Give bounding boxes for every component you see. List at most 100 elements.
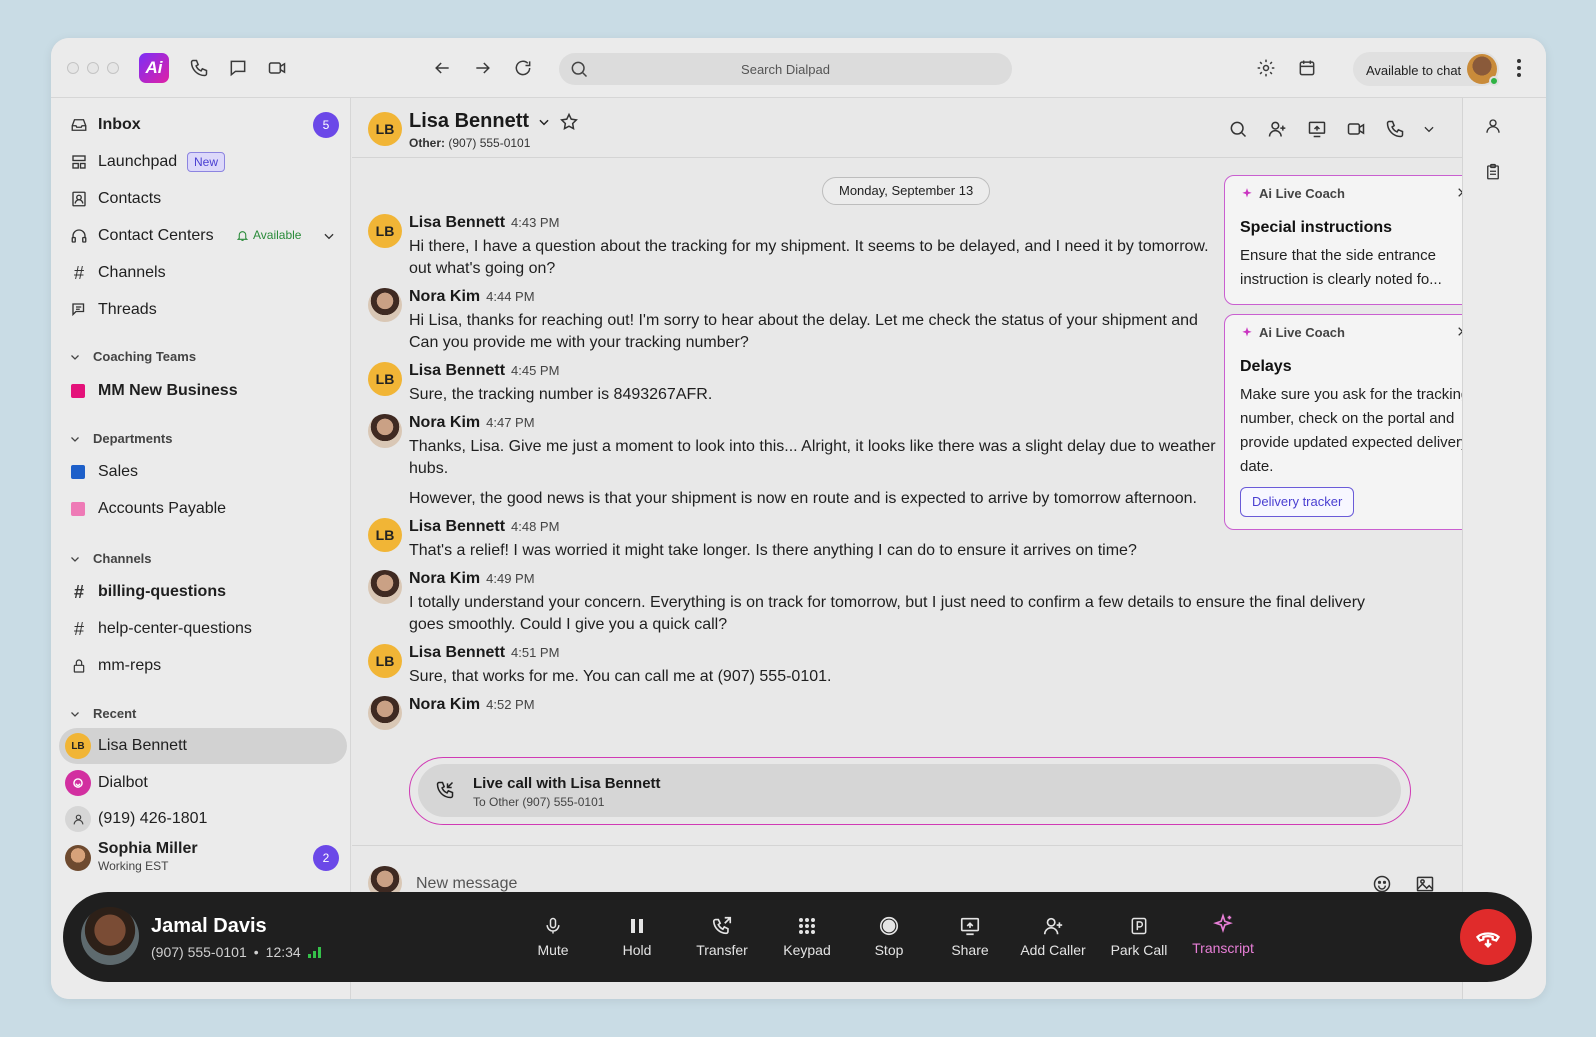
- date-separator: Monday, September 13: [822, 177, 991, 205]
- sidebar-item-mm-new-business[interactable]: MM New Business: [51, 373, 351, 409]
- coach-card-header: Ai Live Coach: [1240, 186, 1345, 201]
- message-sender: Nora Kim 4:49 PM: [409, 570, 535, 587]
- share-button[interactable]: Share: [930, 914, 1010, 958]
- message-body: That's a relief! I was worried it might …: [409, 542, 1137, 559]
- unread-count-badge: 2: [313, 845, 339, 871]
- sidebar-item-contacts[interactable]: Contacts: [51, 181, 351, 217]
- sidebar-item-billing-questions[interactable]: # billing-questions: [51, 574, 351, 610]
- call-duration: 12:34: [265, 944, 301, 960]
- back-arrow-icon[interactable]: [430, 56, 454, 80]
- clipboard-icon[interactable]: [1481, 160, 1505, 184]
- coach-card-title: Special instructions: [1240, 219, 1393, 236]
- ai-coach-card-special-instructions: Ai Live Coach Special instructions Ensur…: [1224, 175, 1482, 305]
- team-label: MM New Business: [98, 382, 238, 399]
- mute-button[interactable]: Mute: [513, 914, 593, 958]
- avatar: [368, 570, 402, 604]
- window-maximize-dot[interactable]: [107, 62, 119, 74]
- phone-icon[interactable]: [1383, 117, 1407, 141]
- window-minimize-dot[interactable]: [87, 62, 99, 74]
- recent-label: (919) 426-1801: [98, 810, 208, 827]
- sidebar-item-phone-number[interactable]: (919) 426-1801: [51, 801, 351, 837]
- message-sender: Lisa Bennett 4:51 PM: [409, 644, 560, 661]
- search-icon[interactable]: [1226, 117, 1250, 141]
- phone-icon[interactable]: [187, 56, 211, 80]
- transfer-button[interactable]: Transfer: [682, 914, 762, 958]
- recent-sub-label: Working EST: [98, 859, 169, 873]
- sidebar-item-sales[interactable]: Sales: [51, 454, 351, 490]
- chevron-down-icon[interactable]: [319, 226, 339, 246]
- channels-header[interactable]: Channels: [69, 551, 152, 566]
- department-label: Sales: [98, 463, 139, 480]
- sidebar-item-threads[interactable]: Threads: [51, 292, 351, 328]
- message-body: Sure, that works for me. You can call me…: [409, 668, 832, 685]
- availability-status-button[interactable]: Available to chat: [1353, 52, 1499, 86]
- window-close-dot[interactable]: [67, 62, 79, 74]
- stop-button[interactable]: Stop: [849, 914, 929, 958]
- settings-gear-icon[interactable]: [1254, 56, 1278, 80]
- more-vertical-icon[interactable]: [1507, 56, 1531, 80]
- person-icon[interactable]: [1481, 114, 1505, 138]
- video-icon[interactable]: [265, 56, 289, 80]
- hash-icon: #: [73, 618, 84, 639]
- sidebar-item-dialbot[interactable]: Dialbot: [51, 765, 351, 801]
- contact-centers-label: Contact Centers: [98, 227, 214, 244]
- keypad-button[interactable]: Keypad: [767, 914, 847, 958]
- sidebar-item-channels[interactable]: # Channels: [51, 255, 351, 291]
- inbox-icon: [69, 115, 89, 135]
- sidebar-item-lisa-bennett[interactable]: LB Lisa Bennett: [51, 728, 351, 764]
- avatar: LB: [65, 733, 91, 759]
- avatar: LB: [368, 214, 402, 248]
- message-sender: Lisa Bennett 4:43 PM: [409, 214, 560, 231]
- contact-center-status[interactable]: Available: [236, 228, 301, 242]
- right-rail: [1462, 98, 1546, 999]
- avatar: [368, 696, 402, 730]
- sidebar-item-contact-centers[interactable]: Contact Centers Available: [51, 218, 351, 254]
- new-message-input[interactable]: New message: [416, 875, 517, 893]
- chevron-down-icon: [539, 119, 549, 125]
- caller-name: Jamal Davis: [151, 915, 267, 937]
- recent-header[interactable]: Recent: [69, 706, 136, 721]
- message-time: 4:49 PM: [486, 571, 535, 586]
- app-logo[interactable]: Ai: [139, 53, 169, 83]
- park-call-button[interactable]: Park Call: [1099, 914, 1179, 958]
- sidebar-item-inbox[interactable]: Inbox 5: [51, 107, 351, 143]
- channel-label: billing-questions: [98, 583, 226, 600]
- hang-up-button[interactable]: [1460, 909, 1516, 965]
- delivery-tracker-button[interactable]: Delivery tracker: [1240, 487, 1355, 517]
- chevron-down-icon: [71, 354, 79, 360]
- add-person-icon[interactable]: [1265, 117, 1289, 141]
- contact-name-dropdown[interactable]: Lisa Bennett: [409, 110, 579, 133]
- transcript-button[interactable]: Transcript: [1183, 912, 1263, 956]
- add-caller-button[interactable]: Add Caller: [1013, 914, 1093, 958]
- message-body: I totally understand your concern. Every…: [409, 594, 1366, 633]
- app-window: Ai Search Dialpad Available to chat Inbo…: [51, 38, 1546, 999]
- refresh-icon[interactable]: [511, 56, 535, 80]
- sidebar-item-sophia-miller[interactable]: Sophia Miller Working EST 2: [51, 838, 351, 878]
- departments-header[interactable]: Departments: [69, 431, 172, 446]
- avatar: LB: [368, 518, 402, 552]
- sidebar-item-help-center-questions[interactable]: # help-center-questions: [51, 611, 351, 647]
- dialbot-icon: [65, 770, 91, 796]
- chat-icon[interactable]: [226, 56, 250, 80]
- avatar: [368, 414, 402, 448]
- channel-label: mm-reps: [98, 657, 162, 674]
- sidebar-item-launchpad[interactable]: Launchpad New: [51, 144, 351, 180]
- pause-icon: [625, 914, 649, 938]
- video-icon[interactable]: [1344, 117, 1368, 141]
- sidebar-item-accounts-payable[interactable]: Accounts Payable: [51, 491, 351, 527]
- forward-arrow-icon[interactable]: [471, 56, 495, 80]
- contacts-label: Contacts: [98, 190, 162, 207]
- calendar-icon[interactable]: [1295, 56, 1319, 80]
- department-label: Accounts Payable: [98, 500, 227, 517]
- live-call-card[interactable]: Live call with Lisa Bennett To Other (90…: [409, 757, 1411, 825]
- screen-share-icon[interactable]: [1305, 117, 1329, 141]
- sidebar-item-mm-reps[interactable]: mm-reps: [51, 648, 351, 684]
- hold-button[interactable]: Hold: [597, 914, 677, 958]
- chevron-down-icon[interactable]: [1417, 117, 1441, 141]
- active-call-bar: Jamal Davis (907) 555-0101 • 12:34 Mute …: [63, 892, 1532, 982]
- star-icon[interactable]: [559, 112, 579, 132]
- search-placeholder: Search Dialpad: [741, 62, 830, 77]
- coaching-teams-header[interactable]: Coaching Teams: [69, 349, 196, 364]
- record-stop-icon: [877, 914, 901, 938]
- search-bar[interactable]: Search Dialpad: [559, 53, 1012, 85]
